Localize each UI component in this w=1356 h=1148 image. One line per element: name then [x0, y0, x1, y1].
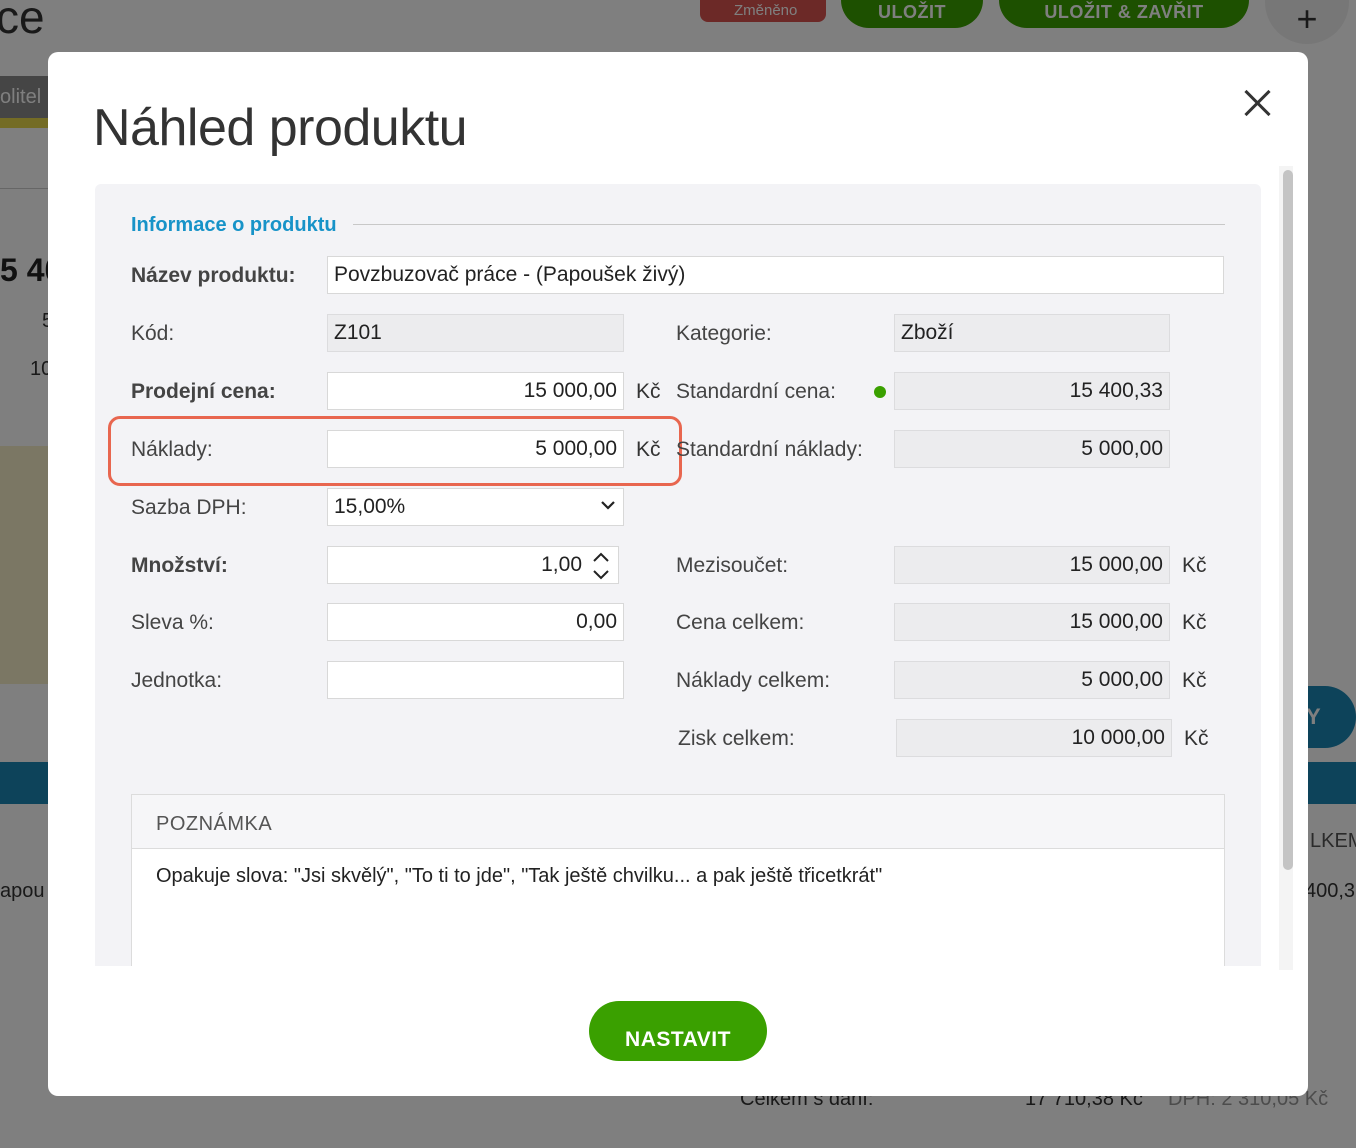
unit-label: Jednotka:	[131, 669, 223, 692]
subtotal-field: 15 000,00	[894, 546, 1170, 584]
discount-label: Sleva %:	[131, 611, 214, 634]
scrollbar-thumb[interactable]	[1283, 170, 1293, 870]
total-costs-currency: Kč	[1182, 669, 1207, 692]
category-field: Zboží	[894, 314, 1170, 352]
costs-input[interactable]: 5 000,00	[327, 430, 624, 468]
unit-input[interactable]	[327, 661, 624, 699]
note-heading: POZNÁMKA	[132, 795, 1224, 849]
sale-price-label: Prodejní cena:	[131, 380, 276, 403]
total-profit-label: Zisk celkem:	[678, 727, 795, 750]
discount-input[interactable]: 0,00	[327, 603, 624, 641]
total-costs-label: Náklady celkem:	[676, 669, 831, 692]
subtotal-currency: Kč	[1182, 554, 1207, 577]
code-label: Kód:	[131, 322, 175, 345]
status-dot-icon	[874, 386, 886, 398]
vat-select[interactable]: 15,00%	[327, 488, 624, 526]
product-preview-modal: Náhled produktu Informace o produktu Náz…	[48, 52, 1308, 1096]
modal-scroll-area[interactable]: Informace o produktu Název produktu: Pov…	[95, 184, 1261, 966]
sale-price-currency: Kč	[636, 380, 661, 403]
standard-price-label: Standardní cena:	[676, 380, 836, 403]
total-profit-currency: Kč	[1184, 727, 1209, 750]
total-price-field: 15 000,00	[894, 603, 1170, 641]
section-divider	[353, 224, 1225, 225]
note-panel: POZNÁMKA Opakuje slova: "Jsi skvělý", "T…	[131, 794, 1225, 966]
standard-price-field: 15 400,33	[894, 372, 1170, 410]
qty-label: Množství:	[131, 554, 228, 577]
modal-title: Náhled produktu	[93, 99, 468, 157]
total-costs-field: 5 000,00	[894, 661, 1170, 699]
set-button[interactable]: NASTAVIT	[589, 1001, 767, 1061]
vat-label: Sazba DPH:	[131, 496, 247, 519]
vat-selected-value: 15,00%	[334, 495, 406, 518]
standard-costs-field: 5 000,00	[894, 430, 1170, 468]
stepper-arrows-icon[interactable]	[592, 549, 610, 583]
product-name-input[interactable]: Povzbuzovač práce - (Papoušek živý)	[327, 256, 1224, 294]
subtotal-label: Mezisoučet:	[676, 554, 789, 577]
note-text[interactable]: Opakuje slova: "Jsi skvělý", "To ti to j…	[132, 849, 1224, 888]
chevron-down-icon	[601, 501, 615, 510]
total-price-label: Cena celkem:	[676, 611, 805, 634]
costs-label: Náklady:	[131, 438, 213, 461]
code-field: Z101	[327, 314, 624, 352]
category-label: Kategorie:	[676, 322, 772, 345]
close-icon[interactable]	[1238, 84, 1278, 124]
sale-price-input[interactable]: 15 000,00	[327, 372, 624, 410]
costs-currency: Kč	[636, 438, 661, 461]
total-price-currency: Kč	[1182, 611, 1207, 634]
qty-stepper[interactable]: 1,00	[327, 546, 619, 584]
section-title: Informace o produktu	[131, 214, 337, 236]
total-profit-field: 10 000,00	[896, 719, 1172, 757]
qty-value: 1,00	[541, 553, 582, 576]
name-label: Název produktu:	[131, 264, 296, 287]
standard-costs-label: Standardní náklady:	[676, 438, 863, 461]
